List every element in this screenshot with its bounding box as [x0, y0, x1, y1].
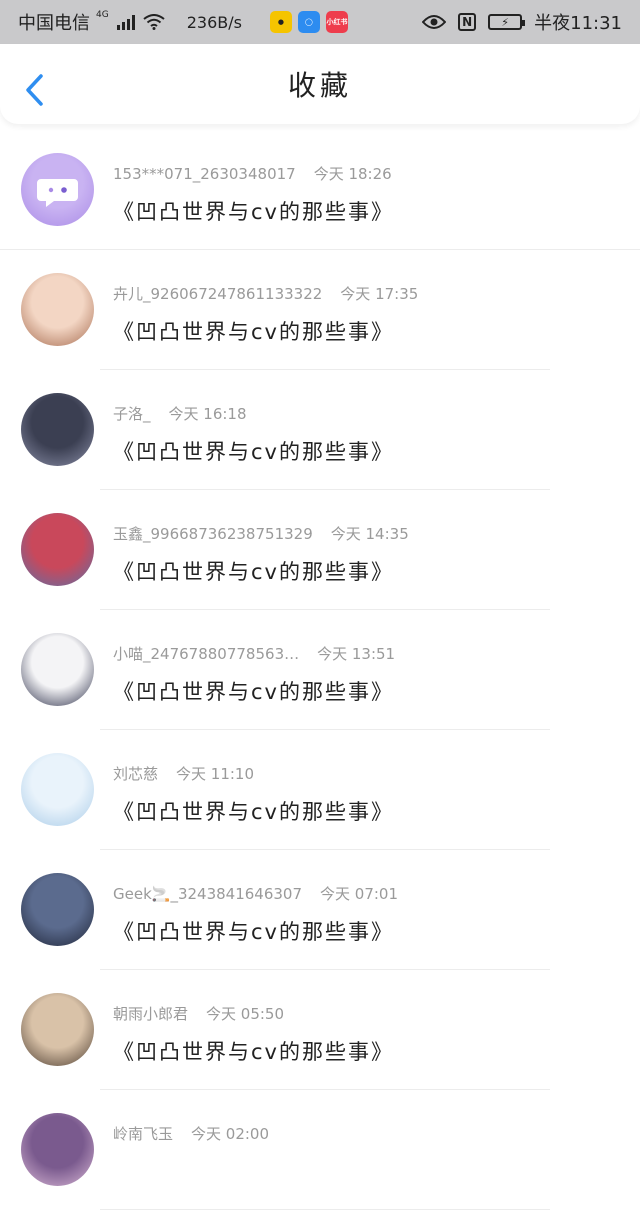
- timestamp: 今天 17:35: [340, 285, 419, 303]
- item-meta: 岭南飞玉 今天 02:00: [113, 1123, 269, 1144]
- item-meta: Geek🚬_3243841646307 今天 07:01: [113, 883, 398, 904]
- chat-bubble-icon: [37, 179, 78, 207]
- avatar[interactable]: [21, 153, 94, 226]
- timestamp: 今天 16:18: [168, 405, 247, 423]
- list-item[interactable]: 岭南飞玉 今天 02:00: [0, 1090, 640, 1210]
- favorite-title[interactable]: 《凹凸世界与cv的那些事》: [113, 916, 394, 946]
- username[interactable]: 岭南飞玉: [113, 1125, 173, 1143]
- timestamp: 今天 14:35: [330, 525, 409, 543]
- list-item[interactable]: 刘芯慈 今天 11:10 《凹凸世界与cv的那些事》: [0, 730, 640, 850]
- username[interactable]: 153***071_2630348017: [113, 165, 296, 183]
- item-meta: 小喵_24767880778563… 今天 13:51: [113, 643, 395, 664]
- signal-icon: [116, 14, 135, 30]
- avatar[interactable]: [21, 633, 94, 706]
- favorite-title[interactable]: 《凹凸世界与cv的那些事》: [113, 1036, 394, 1066]
- username[interactable]: 子洛_: [113, 405, 151, 423]
- username[interactable]: 小喵_24767880778563…: [113, 645, 299, 663]
- avatar[interactable]: [21, 273, 94, 346]
- item-meta: 玉鑫_99668736238751329 今天 14:35: [113, 523, 409, 544]
- back-arrow-icon[interactable]: [22, 72, 48, 108]
- avatar[interactable]: [21, 1113, 94, 1186]
- username[interactable]: Geek🚬_3243841646307: [113, 885, 302, 903]
- page-title: 收藏: [287, 69, 352, 102]
- timestamp: 今天 18:26: [313, 165, 392, 183]
- list-item[interactable]: 玉鑫_99668736238751329 今天 14:35 《凹凸世界与cv的那些事…: [0, 490, 640, 610]
- app-notification-icon: ◯: [297, 11, 320, 33]
- item-meta: 刘芯慈 今天 11:10: [113, 763, 254, 784]
- list-item[interactable]: 小喵_24767880778563… 今天 13:51 《凹凸世界与cv的那些事》: [0, 610, 640, 730]
- favorite-title[interactable]: 《凹凸世界与cv的那些事》: [113, 556, 394, 586]
- header: 收藏: [0, 44, 640, 124]
- item-meta: 子洛_ 今天 16:18: [113, 403, 247, 424]
- favorite-title[interactable]: 《凹凸世界与cv的那些事》: [113, 196, 394, 226]
- status-left: 中国电信 4G 236B/s ● ◯ 小红书: [18, 9, 422, 35]
- favorite-title[interactable]: 《凹凸世界与cv的那些事》: [113, 436, 394, 466]
- item-meta: 朝雨小郎君 今天 05:50: [113, 1003, 284, 1024]
- avatar[interactable]: [21, 873, 94, 946]
- network-type: 4G: [96, 10, 109, 20]
- item-meta: 153***071_2630348017 今天 18:26: [113, 163, 392, 184]
- timestamp: 今天 11:10: [176, 765, 255, 783]
- status-bar: 中国电信 4G 236B/s ● ◯ 小红书 N ⚡ 半夜11:31: [0, 0, 640, 44]
- clock: 半夜11:31: [534, 13, 622, 34]
- avatar[interactable]: [21, 513, 94, 586]
- favorites-list: 153***071_2630348017 今天 18:26 《凹凸世界与cv的那些事…: [0, 130, 640, 1210]
- username[interactable]: 朝雨小郎君: [113, 1005, 188, 1023]
- favorite-title[interactable]: 《凹凸世界与cv的那些事》: [113, 316, 394, 346]
- carrier-label: 中国电信: [18, 13, 90, 34]
- wifi-icon: [143, 14, 165, 30]
- avatar[interactable]: [21, 993, 94, 1066]
- username[interactable]: 卉儿_926067247861133322: [113, 285, 322, 303]
- network-speed: 236B/s: [186, 12, 242, 32]
- timestamp: 今天 02:00: [191, 1125, 270, 1143]
- app-notification-icon: ●: [269, 11, 292, 33]
- status-right: N ⚡ 半夜11:31: [422, 9, 622, 35]
- list-item[interactable]: Geek🚬_3243841646307 今天 07:01 《凹凸世界与cv的那些事》: [0, 850, 640, 970]
- timestamp: 今天 07:01: [320, 885, 399, 903]
- favorite-title[interactable]: 《凹凸世界与cv的那些事》: [113, 796, 394, 826]
- battery-icon: ⚡: [488, 14, 526, 30]
- username[interactable]: 刘芯慈: [113, 765, 158, 783]
- avatar[interactable]: [21, 753, 94, 826]
- list-item[interactable]: 朝雨小郎君 今天 05:50 《凹凸世界与cv的那些事》: [0, 970, 640, 1090]
- nfc-icon: N: [458, 13, 477, 31]
- timestamp: 今天 05:50: [206, 1005, 285, 1023]
- xiaohongshu-icon: 小红书: [325, 11, 348, 33]
- notification-app-icons: ● ◯ 小红书: [269, 11, 348, 33]
- item-meta: 卉儿_926067247861133322 今天 17:35: [113, 283, 418, 304]
- eye-icon: [422, 15, 447, 29]
- list-item[interactable]: 子洛_ 今天 16:18 《凹凸世界与cv的那些事》: [0, 370, 640, 490]
- favorite-title[interactable]: 《凹凸世界与cv的那些事》: [113, 676, 394, 706]
- username[interactable]: 玉鑫_99668736238751329: [113, 525, 313, 543]
- list-item[interactable]: 153***071_2630348017 今天 18:26 《凹凸世界与cv的那些事…: [0, 130, 640, 250]
- list-item[interactable]: 卉儿_926067247861133322 今天 17:35 《凹凸世界与cv的那些…: [0, 250, 640, 370]
- avatar[interactable]: [21, 393, 94, 466]
- timestamp: 今天 13:51: [317, 645, 396, 663]
